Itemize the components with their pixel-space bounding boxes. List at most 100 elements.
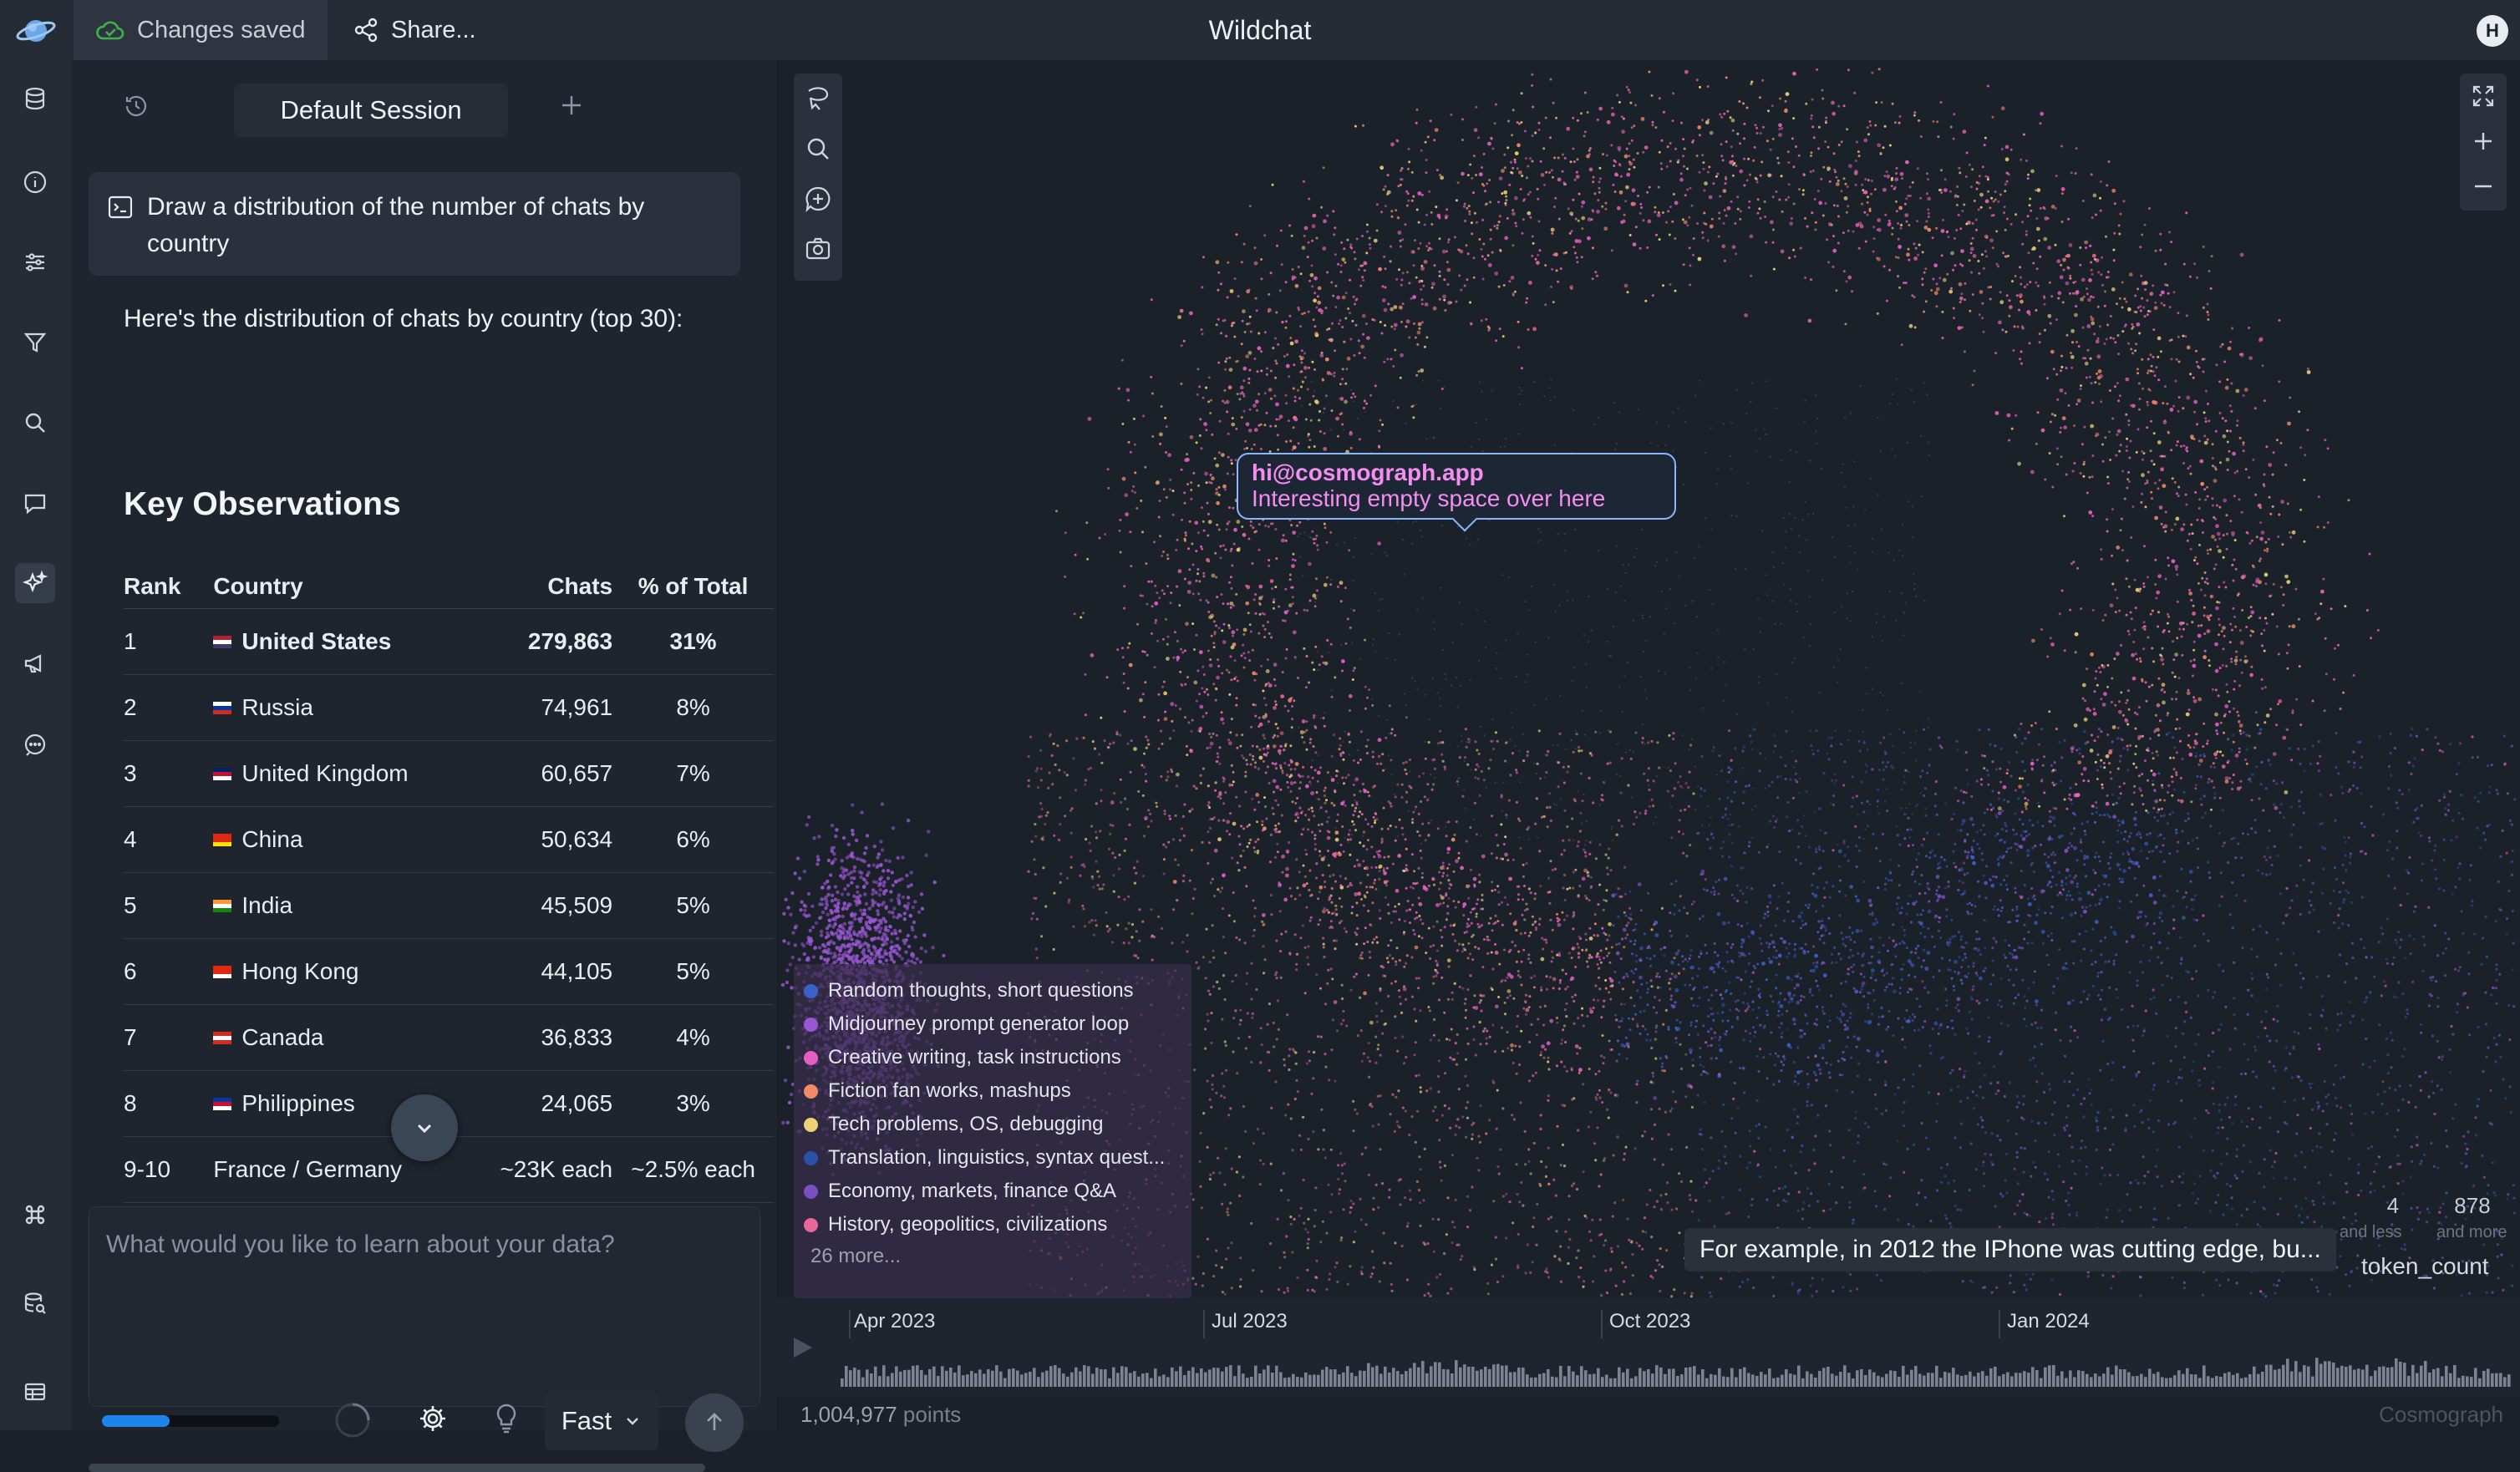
- legend-item[interactable]: Translation, linguistics, syntax quest..…: [804, 1141, 1181, 1175]
- ru-flag-icon: [213, 701, 232, 714]
- header-pct: % of Total: [612, 565, 774, 609]
- play-icon[interactable]: [787, 1333, 815, 1362]
- gear-icon[interactable]: [416, 1402, 450, 1435]
- horizontal-scrollbar[interactable]: [89, 1464, 705, 1472]
- add-annotation-icon[interactable]: [794, 174, 842, 224]
- cell-rank: 4: [124, 806, 214, 873]
- query-input[interactable]: [89, 1207, 760, 1282]
- legend-color-dot: [804, 1017, 818, 1032]
- size-legend-min-sub: and less: [2340, 1223, 2402, 1241]
- user-avatar[interactable]: H: [2477, 15, 2508, 47]
- search-icon[interactable]: [15, 403, 55, 443]
- cell-rank: 9-10: [124, 1136, 214, 1203]
- camera-icon[interactable]: [794, 224, 842, 274]
- legend-item[interactable]: Fiction fan works, mashups: [804, 1074, 1181, 1108]
- cell-percent: 8%: [612, 674, 774, 741]
- planet-logo-icon[interactable]: [15, 12, 57, 48]
- lightbulb-icon[interactable]: [491, 1402, 521, 1435]
- table-row: 3 United Kingdom 60,657 7%: [124, 740, 774, 807]
- cell-country: India: [213, 872, 466, 939]
- cell-rank: 6: [124, 938, 214, 1005]
- legend-item[interactable]: Economy, markets, finance Q&A: [804, 1175, 1181, 1208]
- table-row: 5 India 45,509 5%: [124, 872, 774, 939]
- sliders-icon[interactable]: [15, 242, 55, 282]
- history-icon[interactable]: [122, 92, 150, 120]
- zoom-out-icon[interactable]: [2460, 164, 2507, 209]
- database-search-icon[interactable]: [15, 1283, 55, 1323]
- annotation-callout[interactable]: hi@cosmograph.app Interesting empty spac…: [1237, 453, 1676, 532]
- share-icon: [354, 18, 378, 43]
- timeline-tick: [1999, 1310, 2000, 1338]
- session-tab[interactable]: Default Session: [234, 84, 508, 137]
- gb-flag-icon: [213, 767, 232, 780]
- answer-intro: Here's the distribution of chats by coun…: [124, 305, 683, 332]
- timeline-histogram[interactable]: [841, 1338, 2515, 1388]
- timeline[interactable]: Apr 2023 Jul 2023 Oct 2023 Jan 2024: [777, 1298, 2520, 1397]
- table-icon[interactable]: [15, 1372, 55, 1412]
- legend-color-dot: [804, 1050, 818, 1065]
- cell-percent: 7%: [612, 740, 774, 807]
- point-hover-label: For example, in 2012 the IPhone was cutt…: [1684, 1228, 2336, 1272]
- cell-percent: 5%: [612, 938, 774, 1005]
- cell-rank: 8: [124, 1070, 214, 1137]
- size-legend-field[interactable]: token_count: [2361, 1253, 2489, 1280]
- chat-bubble-icon[interactable]: [15, 725, 55, 765]
- add-session-icon[interactable]: [558, 92, 585, 119]
- fullscreen-icon[interactable]: [2460, 74, 2507, 119]
- graph-footer: 1,004,977 points Cosmograph: [777, 1397, 2520, 1430]
- megaphone-icon[interactable]: [15, 643, 55, 683]
- database-icon[interactable]: [15, 79, 55, 119]
- table-header-row: Rank Country Chats % of Total: [124, 565, 774, 609]
- legend-item[interactable]: Tech problems, OS, debugging: [804, 1108, 1181, 1141]
- timeline-tick: [1601, 1310, 1603, 1338]
- graph-toolbar: [794, 74, 842, 281]
- legend-item[interactable]: History, geopolitics, civilizations: [804, 1208, 1181, 1241]
- terminal-icon: [107, 194, 134, 221]
- prompt-text: Draw a distribution of the number of cha…: [147, 193, 645, 257]
- cell-chats: ~23K each: [465, 1136, 613, 1203]
- share-button[interactable]: Share...: [353, 0, 476, 60]
- point-count-value: 1,004,977: [800, 1402, 897, 1427]
- cell-rank: 1: [124, 608, 214, 675]
- point-count-unit: points: [902, 1402, 962, 1427]
- legend-more-link[interactable]: 26 more...: [804, 1241, 1181, 1272]
- header-chats: Chats: [465, 565, 613, 609]
- legend-item[interactable]: Creative writing, task instructions: [804, 1041, 1181, 1074]
- country-name: France / Germany: [213, 1155, 403, 1182]
- scroll-down-button[interactable]: [391, 1094, 458, 1161]
- loading-spinner-icon: [333, 1400, 373, 1440]
- size-legend-max-sub: and more: [2436, 1223, 2507, 1241]
- cell-percent: 6%: [612, 806, 774, 873]
- command-icon[interactable]: [15, 1195, 55, 1235]
- sparkles-icon[interactable]: [15, 563, 55, 603]
- search-icon[interactable]: [794, 124, 842, 174]
- table-row: 4 China 50,634 6%: [124, 806, 774, 873]
- country-name: United States: [241, 627, 392, 654]
- legend-color-dot: [804, 1084, 818, 1099]
- embedding-graph[interactable]: hi@cosmograph.app Interesting empty spac…: [777, 60, 2520, 1298]
- filter-icon[interactable]: [15, 322, 55, 363]
- cell-country: Hong Kong: [213, 938, 466, 1005]
- zoom-in-icon[interactable]: [2460, 119, 2507, 164]
- left-rail: [0, 60, 72, 1430]
- progress-bar: [102, 1415, 279, 1427]
- cell-country: Canada: [213, 1004, 466, 1071]
- legend-label: Economy, markets, finance Q&A: [828, 1180, 1117, 1202]
- table-row: 6 Hong Kong 44,105 5%: [124, 938, 774, 1005]
- comment-icon[interactable]: [15, 483, 55, 523]
- lasso-select-icon[interactable]: [794, 74, 842, 124]
- country-name: United Kingdom: [241, 759, 409, 786]
- mode-select[interactable]: Fast: [545, 1392, 658, 1450]
- legend-item[interactable]: Random thoughts, short questions: [804, 974, 1181, 1008]
- cell-percent: 3%: [612, 1070, 774, 1137]
- info-icon[interactable]: [15, 162, 55, 202]
- table-row: 1 United States 279,863 31%: [124, 608, 774, 675]
- cell-rank: 2: [124, 674, 214, 741]
- cell-chats: 50,634: [465, 806, 613, 873]
- send-button[interactable]: [685, 1393, 744, 1452]
- arrow-up-icon: [707, 1413, 722, 1430]
- legend-item[interactable]: Midjourney prompt generator loop: [804, 1008, 1181, 1041]
- cell-rank: 7: [124, 1004, 214, 1071]
- top-bar: Changes saved Share... Wildchat H: [0, 0, 2520, 60]
- changes-saved-status: Changes saved: [74, 0, 328, 60]
